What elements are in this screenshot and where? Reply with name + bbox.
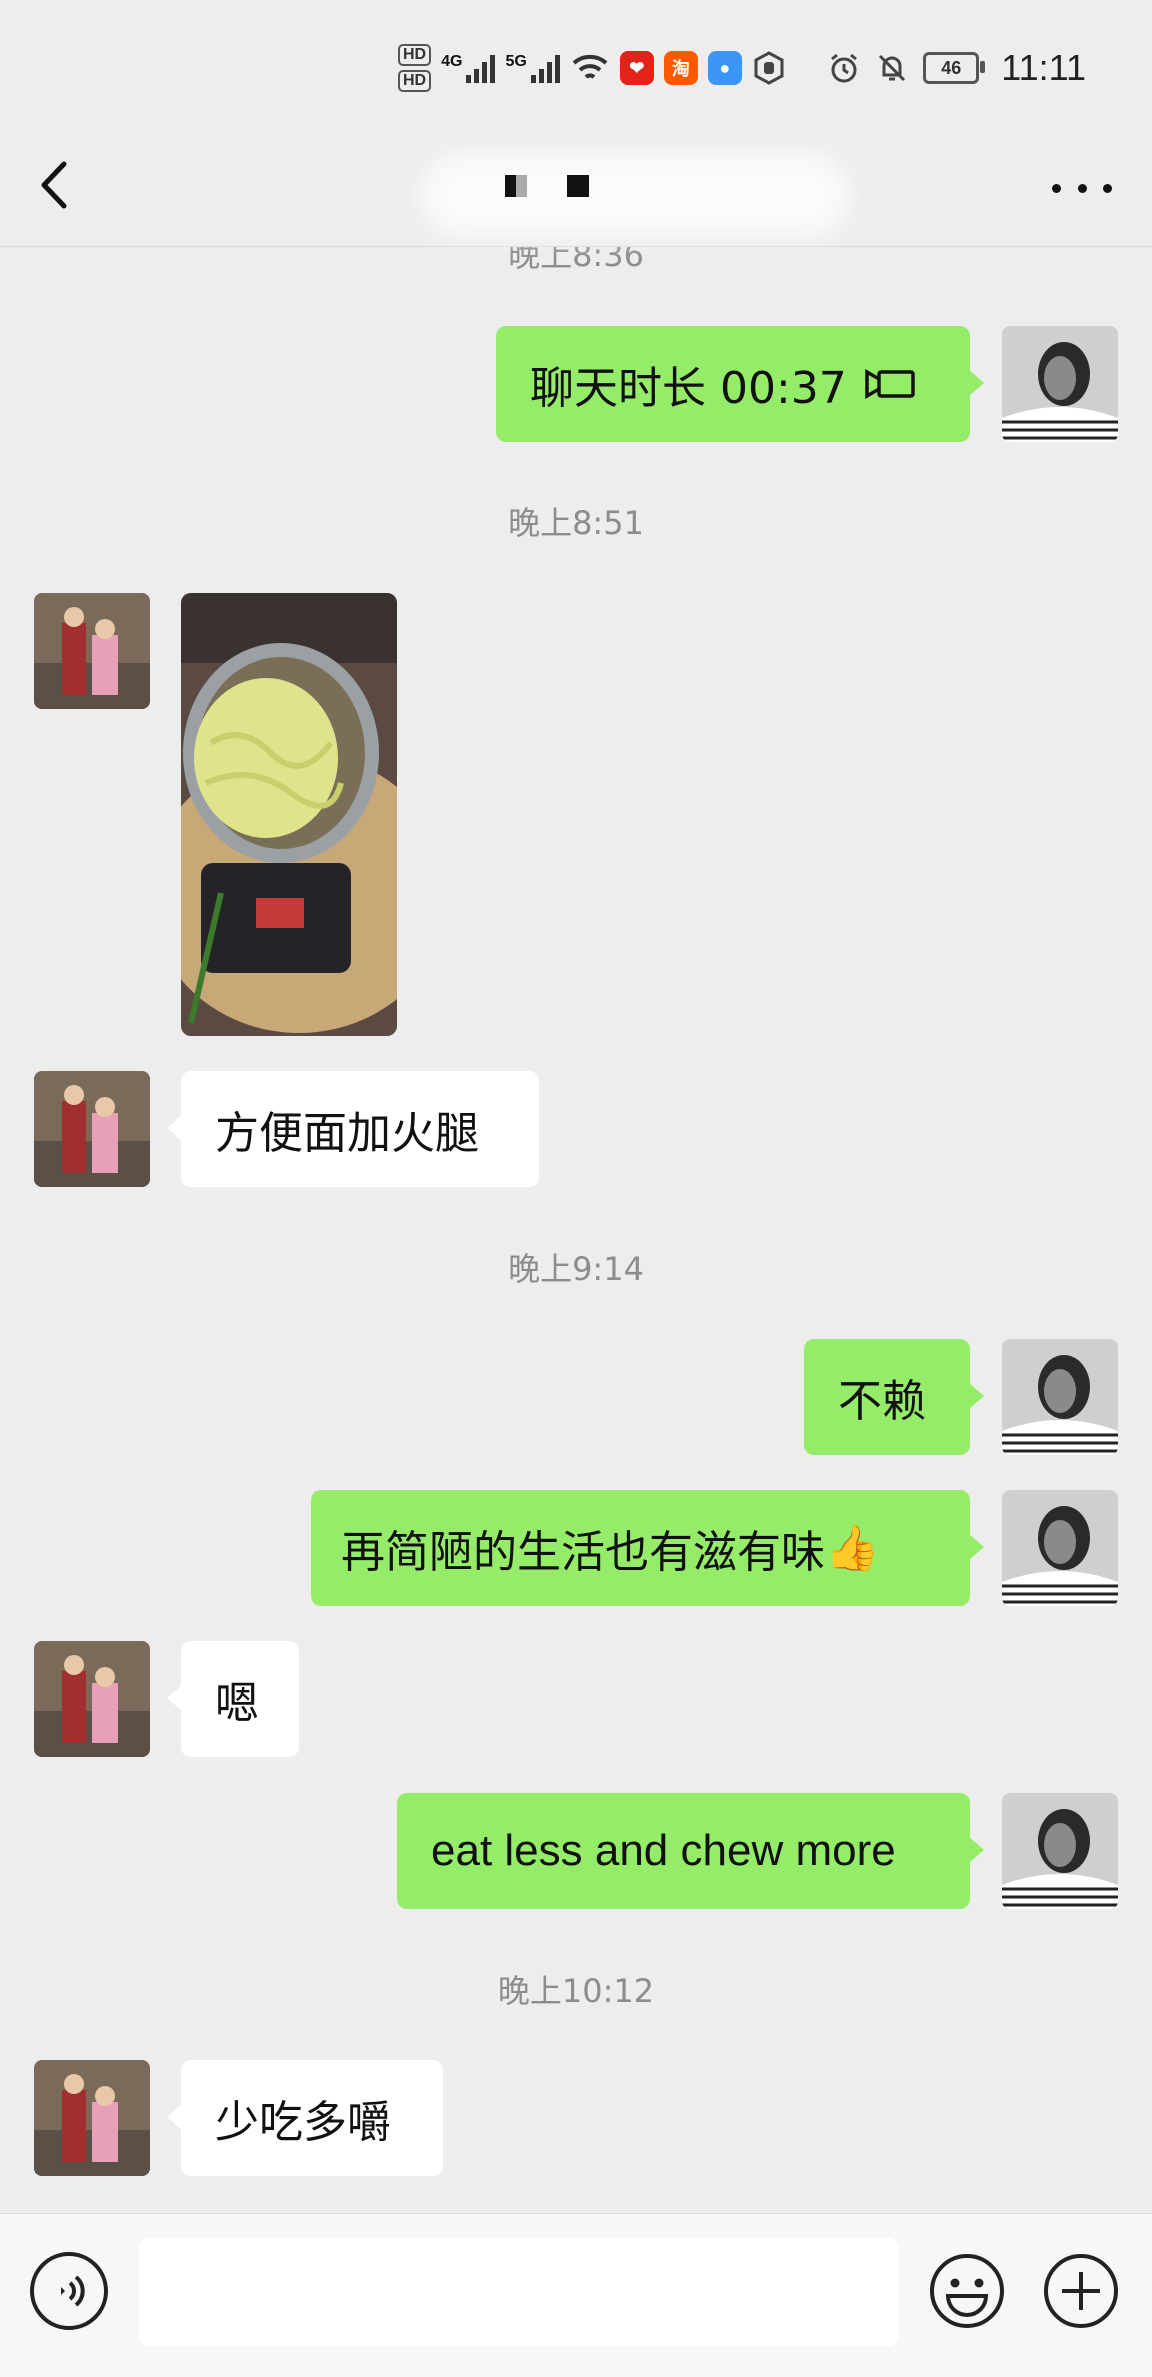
- contact-avatar[interactable]: [34, 2060, 150, 2176]
- call-duration-text: 聊天时长 00:37: [530, 363, 847, 414]
- status-left: HD HD 4G 5G ❤ 淘 ●: [398, 38, 786, 98]
- message-bubble[interactable]: 方便面加火腿: [167, 1071, 539, 1187]
- message-text: 不赖: [838, 1376, 926, 1427]
- contact-avatar[interactable]: [34, 1071, 150, 1187]
- message-bubble[interactable]: eat less and chew more: [397, 1793, 984, 1909]
- timestamp: 晚上9:14: [508, 1250, 644, 1288]
- chat-title-redacted: [505, 175, 589, 197]
- status-bar: HD HD 4G 5G ❤ 淘 ● 46 11:11: [0, 0, 1152, 130]
- input-bar: [0, 2213, 1152, 2377]
- signal-5g: 5G: [505, 53, 560, 83]
- signal-bars-icon: [530, 53, 560, 83]
- battery-icon: 46: [923, 52, 986, 84]
- net-label-5g: 5G: [505, 53, 527, 70]
- hand-app-icon: [754, 51, 784, 85]
- wifi-icon: [572, 54, 608, 79]
- my-avatar[interactable]: [1002, 1490, 1118, 1606]
- hd-label-top: HD: [398, 44, 432, 66]
- message-text: 嗯: [215, 1678, 259, 1729]
- plus-icon[interactable]: [1042, 2252, 1120, 2330]
- contact-avatar[interactable]: [34, 1641, 150, 1757]
- message-text: 少吃多嚼: [215, 2097, 391, 2148]
- alarm-icon: [831, 53, 858, 83]
- chat-header: [0, 130, 1152, 247]
- my-avatar[interactable]: [1002, 1793, 1118, 1909]
- my-avatar[interactable]: [1002, 1339, 1118, 1455]
- message-app-icon: ●: [707, 51, 742, 85]
- timestamp: 晚上8:51: [508, 504, 644, 542]
- bell-muted-icon: [879, 54, 906, 82]
- signal-bars-icon: [466, 53, 496, 83]
- redaction-block: [567, 175, 589, 197]
- message-input[interactable]: [139, 2238, 899, 2346]
- taobao-label: 淘: [671, 59, 690, 79]
- call-record-bubble[interactable]: 聊天时长 00:37: [496, 326, 984, 442]
- redaction-block: [505, 175, 527, 197]
- more-icon[interactable]: [1052, 168, 1112, 208]
- title-redaction-blur: [420, 152, 850, 238]
- battery-level: 46: [941, 57, 962, 78]
- message-text: 再简陋的生活也有滋有味: [341, 1527, 825, 1578]
- message-bubble[interactable]: 不赖: [804, 1339, 984, 1455]
- taobao-app-icon: 淘: [663, 51, 698, 85]
- message-bubble[interactable]: 少吃多嚼: [167, 2060, 443, 2176]
- message-bubble[interactable]: 再简陋的生活也有滋有味 👍: [311, 1490, 984, 1606]
- weibo-like-app-icon: ❤: [619, 51, 654, 85]
- message-text: eat less and chew more: [431, 1826, 896, 1875]
- contact-avatar[interactable]: [34, 593, 150, 709]
- voice-icon[interactable]: [30, 2252, 108, 2330]
- hd-label-bottom: HD: [398, 70, 432, 92]
- video-call-icon: [865, 368, 915, 400]
- status-time: 11:11: [1001, 47, 1086, 88]
- thumbs-up-icon: 👍: [825, 1523, 880, 1574]
- chevron-left-icon[interactable]: [30, 150, 80, 220]
- my-avatar[interactable]: [1002, 326, 1118, 442]
- message-bubble[interactable]: 嗯: [167, 1641, 299, 1757]
- net-label-4g: 4G: [441, 53, 463, 70]
- hd-indicator: HD HD: [398, 44, 432, 92]
- message-text: 方便面加火腿: [215, 1108, 479, 1159]
- timestamp: 晚上10:12: [497, 1972, 655, 2010]
- status-right: 46 11:11: [827, 38, 1086, 98]
- noodle-pot-photo[interactable]: [181, 593, 397, 1036]
- emoji-icon[interactable]: [928, 2252, 1006, 2330]
- signal-4g: 4G: [441, 53, 496, 83]
